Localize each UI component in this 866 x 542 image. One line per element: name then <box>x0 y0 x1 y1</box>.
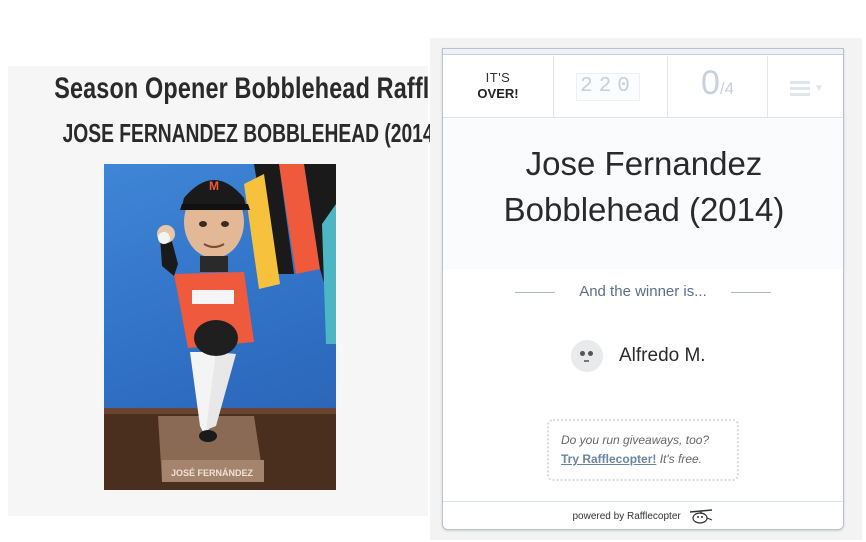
raffle-panel: Season Opener Bobblehead Raffle JOSE FER… <box>8 66 443 516</box>
winner-name: Alfredo M. <box>619 345 706 366</box>
prize-name: Jose Fernandez Bobblehead (2014) <box>503 145 785 228</box>
promo-free-text: It's free. <box>659 452 703 466</box>
cap-logo: M <box>209 179 219 193</box>
logo-stripe-teal <box>322 204 336 344</box>
counter-cell: 220 <box>554 56 668 117</box>
baseball <box>158 232 170 244</box>
menu-button[interactable]: ▼ <box>768 56 843 117</box>
neck-spring <box>200 256 228 272</box>
widget-footer[interactable]: powered by Rafflecopter <box>443 501 843 529</box>
shoe <box>199 430 217 442</box>
jersey-letters <box>192 290 234 304</box>
promo-text: Do you run giveaways, too? <box>561 433 710 447</box>
counter-display: 220 <box>576 73 640 101</box>
divider-right <box>731 292 771 293</box>
winner-row: Alfredo M. <box>571 339 706 373</box>
hamburger-icon <box>790 81 810 99</box>
entries-total: /4 <box>719 79 735 98</box>
stats-bar: IT'S OVER! 220 0/4 ▼ <box>443 56 843 118</box>
promo-box: Do you run giveaways, too? Try Rafflecop… <box>547 419 739 481</box>
prize-area: Jose Fernandez Bobblehead (2014) <box>443 119 843 269</box>
status-line2: OVER! <box>477 86 519 101</box>
winner-label: And the winner is... <box>579 283 707 300</box>
powered-by-text: powered by Rafflecopter <box>572 511 681 522</box>
rafflecopter-logo-icon <box>689 509 712 524</box>
raffle-subtitle: JOSE FERNANDEZ BOBBLEHEAD (2014) <box>62 118 440 148</box>
entries-count: 0 <box>700 64 720 102</box>
avatar-icon <box>571 340 603 372</box>
bobblehead-illustration: JOSÉ FERNÁNDEZ M <box>104 164 336 490</box>
try-rafflecopter-link[interactable]: Try Rafflecopter! <box>561 452 656 466</box>
base-plate-text: JOSÉ FERNÁNDEZ <box>171 468 254 478</box>
bobblehead-photo: JOSÉ FERNÁNDEZ M <box>104 164 336 490</box>
widget-topbar <box>443 49 843 55</box>
rafflecopter-widget: IT'S OVER! 220 0/4 ▼ Jose Fernandez Bobb… <box>442 48 844 530</box>
raffle-title: Season Opener Bobblehead Raffle <box>54 72 443 105</box>
status-cell: IT'S OVER! <box>443 56 554 117</box>
entries-cell: 0/4 <box>668 56 768 117</box>
status-line1: IT'S <box>485 70 511 85</box>
chevron-down-icon: ▼ <box>814 83 824 94</box>
glove <box>194 320 238 356</box>
cap-brim <box>180 204 250 210</box>
